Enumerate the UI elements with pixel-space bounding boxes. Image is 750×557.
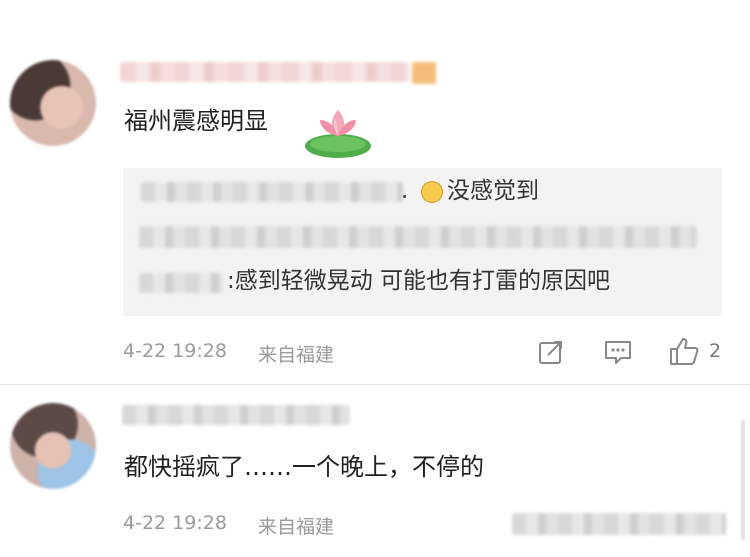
avatar[interactable] <box>10 60 96 146</box>
reply-text: 没感觉到 <box>447 178 539 204</box>
reply-text: :感到轻微晃动 可能也有打雷的原因吧 <box>227 268 611 294</box>
reply-separator: . <box>401 178 409 204</box>
username-blurred[interactable] <box>120 62 410 82</box>
lotus-emoji-icon <box>305 110 371 158</box>
scrollbar[interactable] <box>741 420 745 540</box>
like-count: 2 <box>709 340 722 362</box>
quoted-replies[interactable]: . 没感觉到 :感到轻微晃动 可能也有打雷的原因吧 <box>123 168 722 316</box>
comment-icon[interactable] <box>603 338 633 366</box>
comment-text: 福州震感明显 <box>124 107 268 135</box>
share-icon[interactable] <box>537 338 565 366</box>
reply-username-blurred[interactable] <box>141 182 403 202</box>
blurred-reply-line <box>139 226 697 248</box>
comment-time: 4-22 19:28 <box>123 340 227 362</box>
reply-username-blurred[interactable] <box>139 273 223 293</box>
comment-time: 4-22 19:28 <box>123 512 227 534</box>
comment-text: 都快摇疯了……一个晚上，不停的 <box>124 453 484 481</box>
avatar[interactable] <box>10 403 96 489</box>
comment-divider <box>0 384 750 385</box>
username-blurred[interactable] <box>122 405 350 425</box>
user-badge <box>412 62 436 84</box>
thumbs-up-icon[interactable] <box>668 335 700 367</box>
laugh-cry-emoji-icon <box>421 181 443 203</box>
comment-location: 来自福建 <box>258 344 335 366</box>
blurred-actions <box>512 513 726 535</box>
comment-location: 来自福建 <box>258 516 335 538</box>
